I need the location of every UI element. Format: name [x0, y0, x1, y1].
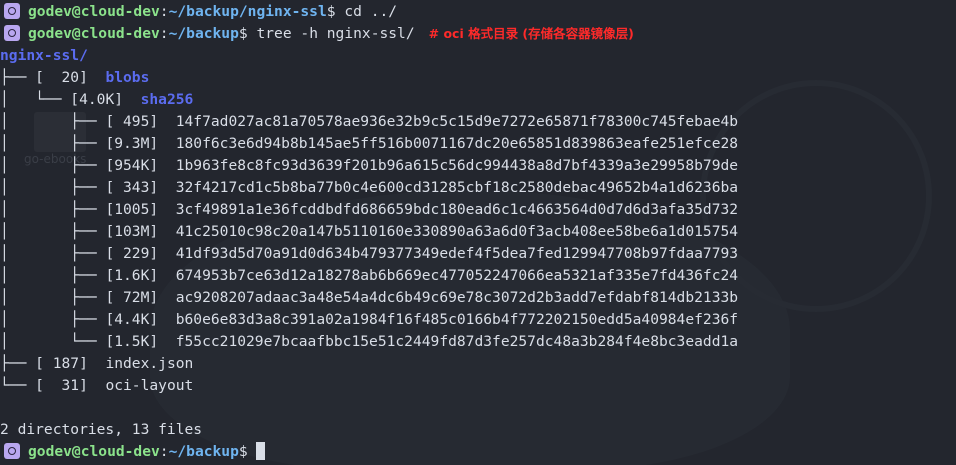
prompt-symbol: $: [326, 3, 336, 20]
prompt-separator: :: [159, 25, 169, 42]
prompt-separator: :: [159, 3, 169, 20]
command-text: cd ../: [335, 3, 398, 20]
entry-hash: 14f7ad027ac81a70578ae936e32b9c5c15d9e727…: [175, 113, 739, 130]
command-comment: # oci 格式目录 (存储各容器镜像层): [428, 26, 634, 41]
tree-entry: │ └── [4.0K] sha256: [0, 89, 956, 111]
entry-name: index.json: [105, 355, 194, 372]
tree-branch: ├──: [0, 69, 36, 86]
summary-text: 2 directories, 13 files: [0, 421, 203, 438]
prompt-user-host: godev@cloud-dev: [28, 3, 160, 20]
entry-size: [ 495]: [105, 113, 159, 130]
tree-entry: └── [ 31] oci-layout: [0, 375, 956, 397]
tree-branch: │ ├──: [0, 223, 106, 240]
tree-entry: │ ├── [ 495] 14f7ad027ac81a70578ae936e32…: [0, 111, 956, 133]
tree-branch: │ ├──: [0, 179, 106, 196]
tree-entry: │ ├── [954K] 1b963fe8c8fc93d3639f201b96a…: [0, 155, 956, 177]
entry-size: [9.3M]: [105, 135, 159, 152]
tree-branch: │ ├──: [0, 157, 106, 174]
tree-root: nginx-ssl/: [0, 45, 956, 67]
tree-branch: │ ├──: [0, 201, 106, 218]
entry-name: blobs: [105, 69, 150, 86]
prompt-distro-icon: [4, 3, 20, 19]
prompt-separator: :: [159, 443, 169, 460]
entry-hash: ac9208207adaac3a48e54a4dc6b49c69e78c3072…: [175, 289, 739, 306]
entry-size: [ 31]: [35, 377, 88, 394]
entry-hash: 180f6c3e6d94b8b145ae5ff516b0071167dc20e6…: [175, 135, 739, 152]
entry-hash: 1b963fe8c8fc93d3639f201b96a615c56dc99443…: [175, 157, 739, 174]
text-cursor[interactable]: [255, 442, 265, 460]
tree-entry: │ ├── [ 72M] ac9208207adaac3a48e54a4dc6b…: [0, 287, 956, 309]
entry-size: [ 187]: [35, 355, 88, 372]
tree-entry: │ ├── [ 343] 32f4217cd1c5b8ba77b0c4e600c…: [0, 177, 956, 199]
entry-name: sha256: [140, 91, 194, 108]
prompt-path: ~/backup: [168, 25, 239, 42]
entry-hash: 3cf49891a1e36fcddbdfd686659bdc180ead6c1c…: [175, 201, 739, 218]
tree-branch: │ ├──: [0, 113, 106, 130]
tree-entry: │ └── [1.5K] f55cc21029e7bcaafbbc15e51c2…: [0, 331, 956, 353]
tree-summary: 2 directories, 13 files: [0, 419, 956, 441]
prompt-distro-icon: [4, 25, 20, 41]
tree-branch: │ ├──: [0, 311, 106, 328]
entry-size: [ 72M]: [105, 289, 159, 306]
entry-hash: 674953b7ce63d12a18278ab6b669ec4770522470…: [175, 267, 739, 284]
prompt-user-host: godev@cloud-dev: [28, 25, 160, 42]
entry-size: [954K]: [105, 157, 159, 174]
entry-size: [ 343]: [105, 179, 159, 196]
prompt-user-host: godev@cloud-dev: [28, 443, 160, 460]
tree-entry: │ ├── [4.4K] b60e6e83d3a8c391a02a1984f16…: [0, 309, 956, 331]
prompt-symbol: $: [238, 25, 248, 42]
prompt-path: ~/backup: [168, 443, 239, 460]
entry-size: [1.6K]: [105, 267, 159, 284]
entry-hash: 41c25010c98c20a147b5110160e330890a63a6d0…: [175, 223, 739, 240]
terminal-window[interactable]: go-ebooks godev@cloud-dev:~/backup/nginx…: [0, 0, 956, 465]
entry-hash: b60e6e83d3a8c391a02a1984f16f485c0166b4f7…: [175, 311, 739, 328]
tree-entry: ├── [ 20] blobs: [0, 67, 956, 89]
tree-entry: ├── [ 187] index.json: [0, 353, 956, 375]
terminal-output: godev@cloud-dev:~/backup/nginx-ssl$ cd .…: [0, 0, 956, 463]
entry-hash: 32f4217cd1c5b8ba77b0c4e600cd31285cbf18c2…: [175, 179, 739, 196]
entry-size: [1.5K]: [105, 333, 159, 350]
prompt-distro-icon: [4, 443, 20, 459]
prompt-line: godev@cloud-dev:~/backup/nginx-ssl$ cd .…: [0, 1, 956, 23]
tree-branch: │ └──: [0, 91, 71, 108]
tree-branch: │ └──: [0, 333, 106, 350]
entry-size: [103M]: [105, 223, 159, 240]
tree-entry: │ ├── [9.3M] 180f6c3e6d94b8b145ae5ff516b…: [0, 133, 956, 155]
entry-size: [4.0K]: [70, 91, 124, 108]
entry-name: oci-layout: [105, 377, 194, 394]
entry-size: [ 20]: [35, 69, 88, 86]
tree-branch: │ ├──: [0, 267, 106, 284]
tree-branch: ├──: [0, 355, 36, 372]
prompt-symbol: $: [238, 443, 248, 460]
tree-branch: │ ├──: [0, 245, 106, 262]
tree-entry: │ ├── [1.6K] 674953b7ce63d12a18278ab6b66…: [0, 265, 956, 287]
tree-entry: │ ├── [1005] 3cf49891a1e36fcddbdfd686659…: [0, 199, 956, 221]
prompt-path: ~/backup/nginx-ssl: [168, 3, 327, 20]
tree-entry: │ ├── [ 229] 41df93d5d70a91d0d634b479377…: [0, 243, 956, 265]
tree-root-name: nginx-ssl/: [0, 47, 88, 64]
tree-entry: │ ├── [103M] 41c25010c98c20a147b5110160e…: [0, 221, 956, 243]
tree-branch: │ ├──: [0, 289, 106, 306]
prompt-line: godev@cloud-dev:~/backup$ tree -h nginx-…: [0, 23, 956, 45]
entry-size: [4.4K]: [105, 311, 159, 328]
entry-size: [1005]: [105, 201, 159, 218]
entry-size: [ 229]: [105, 245, 159, 262]
tree-branch: └──: [0, 377, 36, 394]
entry-hash: f55cc21029e7bcaafbbc15e51c2449fd87d3fe25…: [175, 333, 739, 350]
command-text: tree -h nginx-ssl/: [247, 25, 415, 42]
tree-branch: │ ├──: [0, 135, 106, 152]
prompt-line: godev@cloud-dev:~/backup$: [0, 441, 956, 463]
entry-hash: 41df93d5d70a91d0d634b479377349edef4f5dea…: [175, 245, 739, 262]
